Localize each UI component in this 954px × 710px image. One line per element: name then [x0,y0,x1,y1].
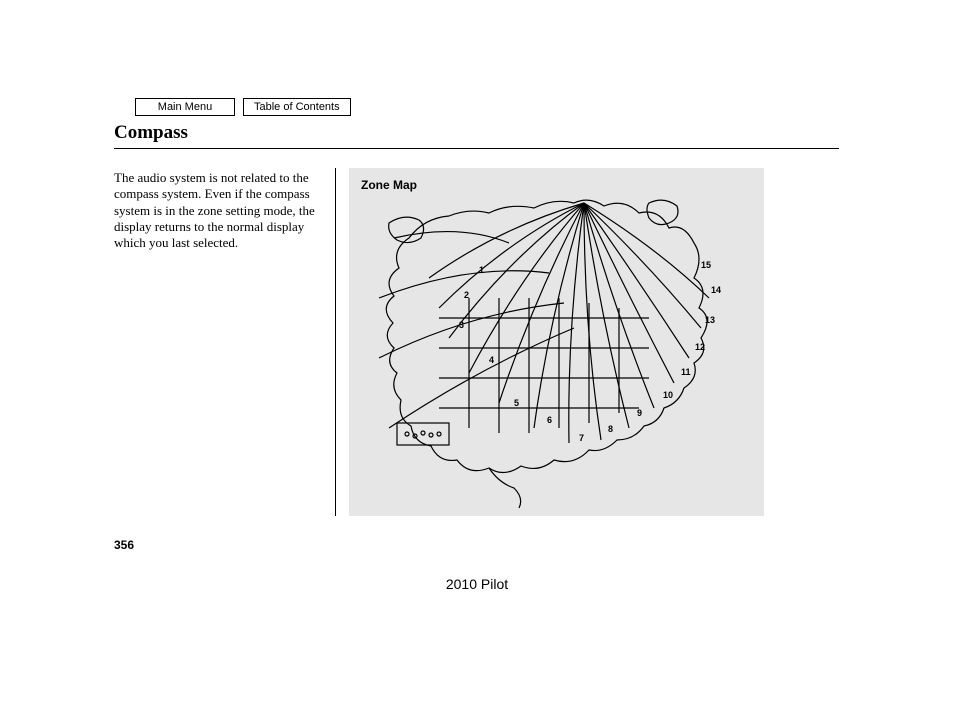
section-header: Compass [114,122,839,149]
zone-map-figure: Zone Map [349,168,764,516]
zone-label-12: 12 [695,342,705,352]
zone-label-6: 6 [547,415,552,425]
zone-label-10: 10 [663,390,673,400]
zone-label-5: 5 [514,398,519,408]
table-of-contents-button[interactable]: Table of Contents [243,98,351,116]
zone-label-7: 7 [579,433,584,443]
zone-label-13: 13 [705,315,715,325]
manual-page: Main Menu Table of Contents Compass The … [0,0,954,710]
column-divider [335,168,336,516]
zone-label-1: 1 [479,265,484,275]
title-underline [114,148,839,149]
main-menu-button[interactable]: Main Menu [135,98,235,116]
zone-label-3: 3 [459,320,464,330]
nav-button-row: Main Menu Table of Contents [135,98,351,116]
footer-model-year: 2010 Pilot [0,576,954,592]
zone-label-4: 4 [489,355,494,365]
zone-label-2: 2 [464,290,469,300]
zone-label-14: 14 [711,285,721,295]
body-paragraph: The audio system is not related to the c… [114,170,329,251]
zone-label-15: 15 [701,260,711,270]
zone-label-11: 11 [681,367,691,377]
section-title: Compass [114,122,839,146]
zone-label-8: 8 [608,424,613,434]
page-number: 356 [114,538,134,552]
zone-label-9: 9 [637,408,642,418]
zone-map-svg: 1 2 3 4 5 6 7 8 9 10 11 12 13 14 15 [349,168,764,516]
